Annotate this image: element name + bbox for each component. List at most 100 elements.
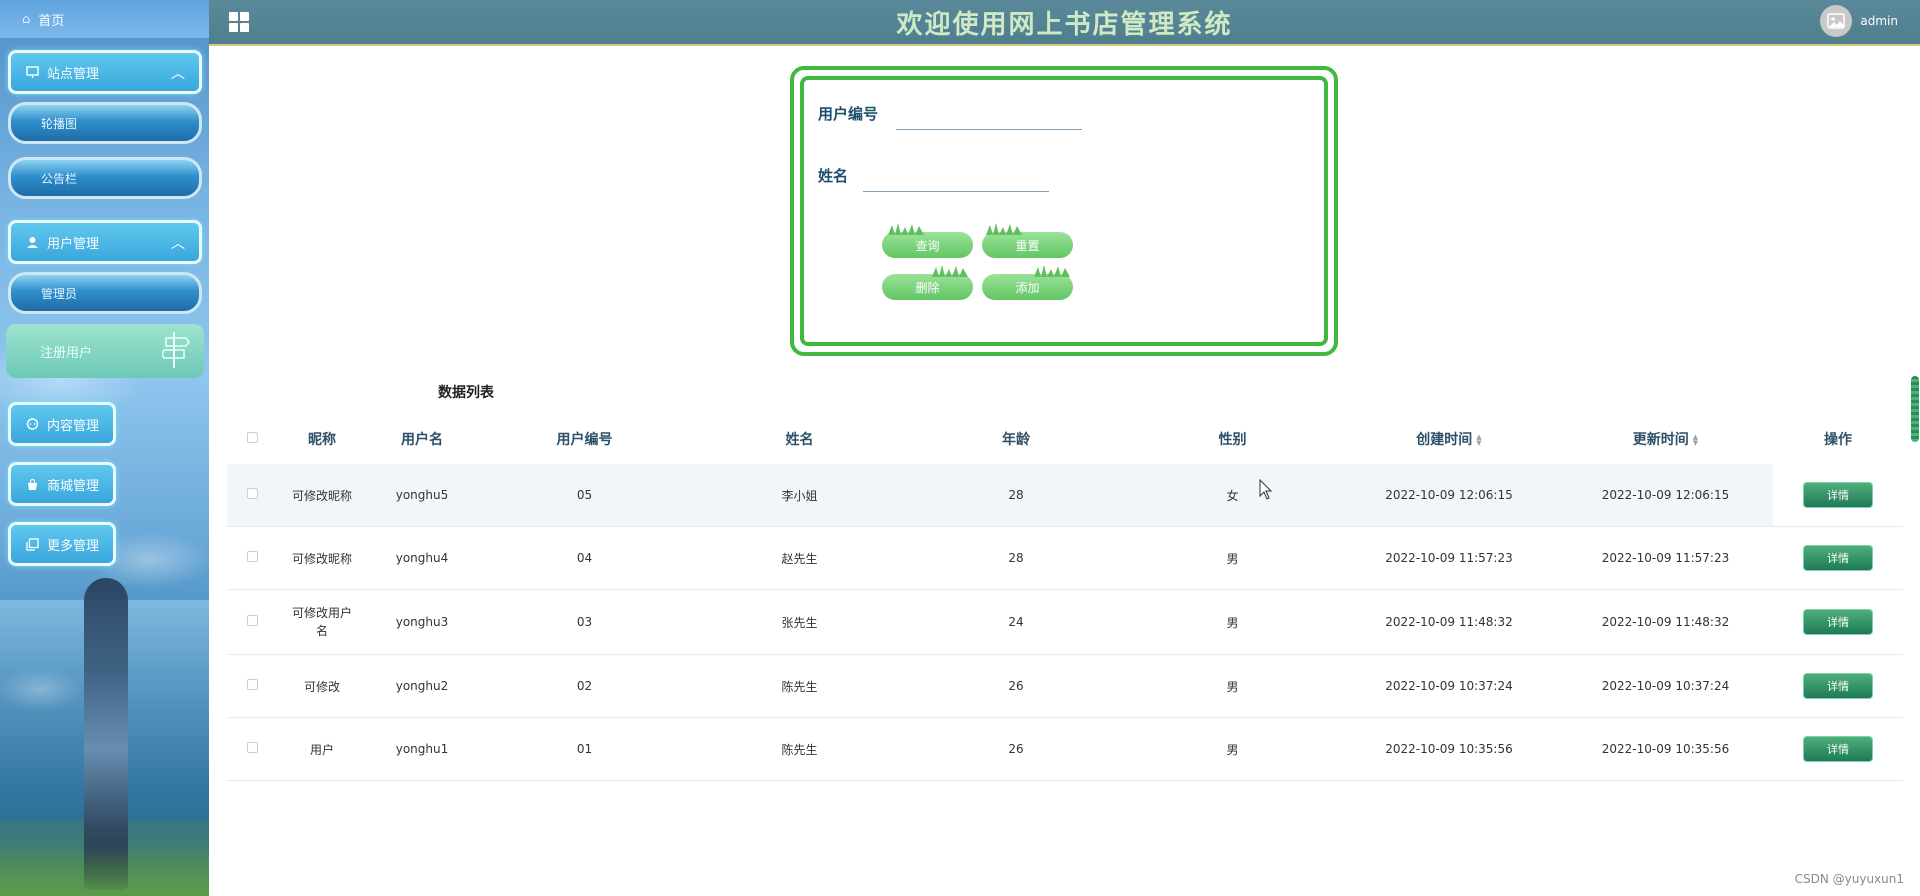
sidebar-item-label: 轮播图: [41, 116, 78, 131]
cell-updated: 2022-10-09 12:06:15: [1601, 488, 1730, 502]
delete-button[interactable]: 删除: [882, 265, 973, 300]
monitor-icon: [25, 65, 39, 79]
detail-button[interactable]: 详情: [1803, 482, 1873, 508]
page-title: 欢迎使用网上书店管理系统: [896, 10, 1233, 40]
cell-updated: 2022-10-09 10:37:24: [1601, 679, 1730, 693]
cell-username: yonghu4: [395, 551, 449, 565]
cell-username: yonghu1: [395, 742, 449, 756]
cell-updated: 2022-10-09 11:48:32: [1601, 615, 1730, 629]
detail-button[interactable]: 详情: [1803, 609, 1873, 635]
detail-button[interactable]: 详情: [1803, 673, 1873, 699]
user-icon: [25, 235, 39, 249]
sidebar-item-registered-users[interactable]: 注册用户: [6, 324, 204, 378]
cell-user-no: 04: [576, 551, 593, 565]
scrollbar-thumb[interactable]: [1911, 376, 1919, 442]
chevron-up-icon: ︿: [171, 236, 185, 252]
column-header-updated-label: 更新时间: [1632, 432, 1689, 448]
sidebar-item-label: 首页: [38, 13, 65, 29]
cell-age: 28: [1008, 488, 1024, 502]
row-checkbox[interactable]: [246, 488, 258, 499]
reset-button-label: 重置: [1015, 238, 1040, 253]
cell-age: 26: [1008, 679, 1024, 693]
sidebar-item-carousel[interactable]: 轮播图: [8, 102, 202, 144]
table-row: 可修改 yonghu2 02 陈先生 26 男 2022-10-09 10:37…: [227, 655, 1903, 718]
column-header-nickname: 昵称: [308, 432, 336, 448]
cell-created: 2022-10-09 10:37:24: [1385, 679, 1513, 693]
cell-age: 24: [1008, 615, 1024, 629]
detail-button[interactable]: 详情: [1803, 545, 1873, 571]
table-header: 昵称 用户名 用户编号 姓名 年龄 性别 创建时间 ▲ ▼ 更新时间 ▲ ▼ 操作: [227, 414, 1903, 464]
table-row: 用户 yonghu1 01 陈先生 26 男 2022-10-09 10:35:…: [227, 718, 1903, 781]
cell-name: 张先生: [781, 615, 818, 630]
sidebar-group-label: 站点管理: [47, 66, 100, 82]
row-checkbox[interactable]: [246, 615, 258, 626]
cell-gender: 男: [1226, 679, 1239, 694]
sidebar-group-label: 内容管理: [47, 418, 100, 434]
data-list-title: 数据列表: [438, 385, 494, 401]
cell-nickname: 可修改用户名: [291, 606, 352, 638]
cell-user-no: 02: [576, 679, 593, 693]
select-all-checkbox[interactable]: [246, 432, 258, 443]
home-icon: ⌂: [22, 11, 31, 27]
cell-nickname: 可修改: [303, 679, 340, 694]
sidebar-group-content-management[interactable]: 内容管理: [8, 402, 116, 446]
bag-icon: [25, 477, 39, 491]
sidebar-item-label: 管理员: [41, 286, 78, 301]
column-header-updated[interactable]: 更新时间 ▲ ▼: [1558, 429, 1773, 449]
reset-button[interactable]: 重置: [982, 223, 1073, 258]
sidebar: ⌂ 首页 站点管理 ︿ 轮播图 公告栏 用户管理 ︿ 管理员 注册用户 内容管理…: [0, 0, 209, 896]
sidebar-group-more-management[interactable]: 更多管理: [8, 522, 116, 566]
grass-decoration: [932, 265, 968, 277]
username: admin: [1860, 14, 1898, 28]
row-checkbox[interactable]: [246, 679, 258, 690]
cell-created: 2022-10-09 11:48:32: [1385, 615, 1513, 629]
cell-user-no: 01: [576, 742, 593, 756]
table-row: 可修改用户名 yonghu3 03 张先生 24 男 2022-10-09 11…: [227, 590, 1903, 655]
column-header-name: 姓名: [785, 432, 814, 448]
user-no-input[interactable]: [896, 106, 1082, 130]
sort-icon[interactable]: ▲ ▼: [1693, 434, 1698, 447]
sidebar-item-label: 注册用户: [40, 345, 93, 361]
sidebar-group-mall-management[interactable]: 商城管理: [8, 462, 116, 506]
sort-icon[interactable]: ▲ ▼: [1476, 434, 1481, 447]
add-button[interactable]: 添加: [982, 265, 1073, 300]
top-header: 欢迎使用网上书店管理系统 admin: [209, 0, 1920, 46]
name-label: 姓名: [818, 167, 849, 185]
row-checkbox[interactable]: [246, 551, 258, 562]
select-all-cell: [227, 431, 277, 447]
signpost-icon: [162, 332, 190, 368]
cell-updated: 2022-10-09 11:57:23: [1601, 551, 1730, 565]
add-button-label: 添加: [1015, 280, 1040, 295]
cell-name: 陈先生: [781, 742, 818, 757]
data-table: 昵称 用户名 用户编号 姓名 年龄 性别 创建时间 ▲ ▼ 更新时间 ▲ ▼ 操作 可修…: [227, 414, 1903, 781]
cell-gender: 女: [1226, 488, 1239, 503]
cell-username: yonghu3: [395, 615, 449, 629]
sidebar-item-notice[interactable]: 公告栏: [8, 157, 202, 199]
sidebar-group-user-management[interactable]: 用户管理 ︿: [8, 220, 202, 264]
detail-button[interactable]: 详情: [1803, 736, 1873, 762]
user-menu[interactable]: admin: [1820, 5, 1898, 37]
cell-nickname: 可修改昵称: [291, 488, 352, 503]
chat-icon: [25, 417, 39, 431]
sidebar-item-admin[interactable]: 管理员: [8, 272, 202, 314]
sidebar-group-label: 用户管理: [47, 236, 100, 252]
cell-created: 2022-10-09 10:35:56: [1385, 742, 1513, 756]
cell-age: 28: [1008, 551, 1024, 565]
sidebar-group-site-management[interactable]: 站点管理 ︿: [8, 50, 202, 94]
query-button[interactable]: 查询: [882, 223, 973, 258]
name-input[interactable]: [863, 168, 1049, 192]
cell-created: 2022-10-09 11:57:23: [1385, 551, 1513, 565]
delete-button-label: 删除: [915, 280, 940, 295]
column-header-action: 操作: [1824, 432, 1852, 448]
cell-username: yonghu2: [395, 679, 449, 693]
cell-age: 26: [1008, 742, 1024, 756]
watermark: CSDN @yuyuxun1: [1794, 872, 1904, 886]
row-checkbox[interactable]: [246, 742, 258, 753]
table-row: 可修改昵称 yonghu5 05 李小姐 28 女 2022-10-09 12:…: [227, 464, 1903, 527]
cell-nickname: 用户: [309, 742, 334, 757]
copy-icon: [25, 537, 39, 551]
sidebar-item-home[interactable]: ⌂ 首页: [0, 0, 209, 38]
column-header-created[interactable]: 创建时间 ▲ ▼: [1340, 429, 1558, 449]
cell-gender: 男: [1226, 551, 1239, 566]
column-header-age: 年龄: [1002, 432, 1030, 448]
